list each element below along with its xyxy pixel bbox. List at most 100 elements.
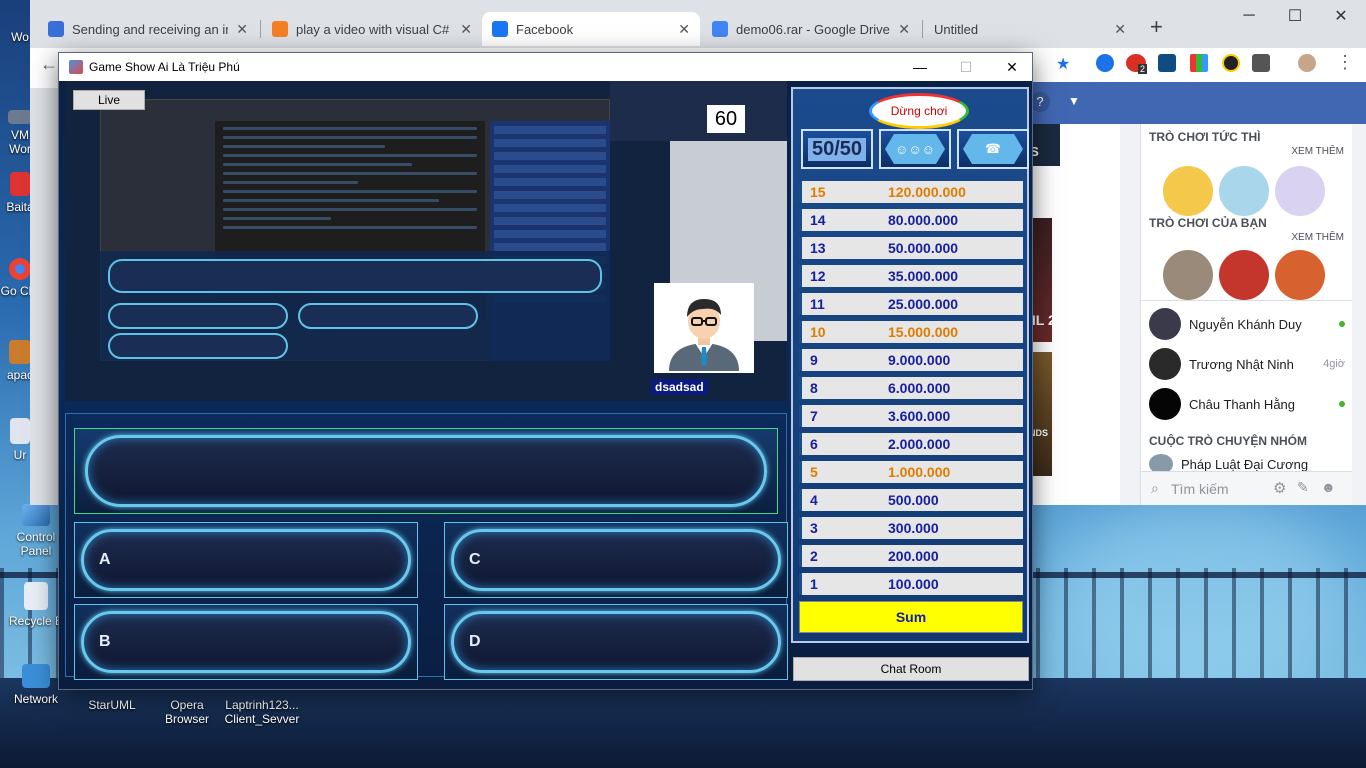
tab-favicon-icon — [48, 21, 64, 37]
help-icon[interactable]: ? — [1030, 92, 1050, 112]
answer-c-button[interactable]: C — [444, 522, 788, 598]
extension-se-icon[interactable] — [1252, 54, 1270, 72]
game-thumbnail[interactable] — [1275, 250, 1325, 300]
group-icon[interactable]: ☻ — [1321, 479, 1336, 495]
tab-separator — [260, 20, 261, 38]
see-more-link[interactable]: XEM THÊM — [1291, 146, 1344, 157]
game-thumbnail[interactable] — [1219, 250, 1269, 300]
prize-level: 13 — [810, 240, 826, 256]
game-thumbnail[interactable] — [1219, 166, 1269, 216]
extension-grid-icon[interactable] — [1190, 54, 1208, 72]
answer-c-label: C — [469, 551, 481, 568]
stop-game-button[interactable]: Dừng chơi — [869, 93, 969, 129]
game-maximize-button[interactable]: ☐ — [943, 53, 989, 81]
answer-b-button[interactable]: B — [74, 604, 418, 680]
prize-row: 3 300.000 — [799, 517, 1023, 539]
tab-strip: Sending and receiving an ima ✕ play a vi… — [30, 0, 1366, 48]
gear-icon[interactable]: ⚙ — [1273, 479, 1286, 497]
browser-close-button[interactable]: ✕ — [1318, 0, 1364, 32]
prize-amount: 25.000.000 — [888, 296, 959, 312]
close-icon[interactable]: ✕ — [1114, 21, 1126, 38]
extension-drop-icon[interactable] — [1096, 54, 1114, 72]
browser-maximize-button[interactable]: ☐ — [1272, 0, 1318, 32]
network-icon — [22, 664, 50, 688]
prize-amount: 100.000 — [888, 576, 939, 592]
google-drive-icon — [712, 21, 728, 37]
browser-minimize-button[interactable]: ─ — [1226, 0, 1272, 32]
game-thumbnail[interactable] — [1163, 166, 1213, 216]
profile-avatar[interactable] — [1298, 54, 1316, 72]
game-close-button[interactable]: ✕ — [989, 53, 1035, 81]
prize-amount: 80.000.000 — [888, 212, 959, 228]
prize-amount: 50.000.000 — [888, 240, 959, 256]
tab-facebook[interactable]: Facebook ✕ — [482, 12, 700, 46]
game-minimize-button[interactable]: — — [897, 53, 943, 81]
online-status-icon — [1339, 398, 1345, 410]
question-frame — [85, 435, 767, 507]
extension-circle-icon[interactable] — [1222, 54, 1240, 72]
back-icon[interactable]: ← — [40, 54, 58, 75]
close-icon[interactable]: ✕ — [236, 21, 248, 38]
question-box — [74, 428, 778, 514]
lifeline-audience-button[interactable]: ☺☺☺ — [879, 129, 951, 169]
menu-icon[interactable]: ⋮ — [1336, 52, 1354, 73]
close-icon[interactable]: ✕ — [678, 21, 690, 38]
prize-row: 6 2.000.000 — [799, 433, 1023, 455]
sum-button[interactable]: Sum — [799, 601, 1023, 633]
prize-amount: 35.000.000 — [888, 268, 959, 284]
prize-level: 8 — [810, 380, 818, 396]
compose-icon[interactable]: ✎ — [1297, 479, 1309, 496]
tab-google-drive[interactable]: demo06.rar - Google Drive ✕ — [702, 12, 920, 46]
desktop-icon-client[interactable]: Laptrinh123... Client_Sevver — [222, 698, 302, 726]
facebook-chat-sidebar: TRÒ CHƠI TỨC THÌ XEM THÊM TRÒ CHƠI CỦA B… — [1140, 124, 1352, 505]
stackoverflow-icon — [272, 21, 288, 37]
tab-untitled[interactable]: Untitled ✕ — [924, 12, 1136, 46]
game-thumbnail[interactable] — [1275, 166, 1325, 216]
tab-play-video[interactable]: play a video with visual C# - S ✕ — [262, 12, 482, 46]
contact-item[interactable]: Châu Thanh Hằng — [1149, 388, 1345, 420]
friends-games-heading: TRÒ CHƠI CỦA BẠN — [1149, 216, 1267, 230]
tab-sending-image[interactable]: Sending and receiving an ima ✕ — [38, 12, 258, 46]
countdown-timer: 60 — [707, 105, 745, 133]
contact-item[interactable]: Nguyễn Khánh Duy — [1149, 308, 1345, 340]
extension-j-icon[interactable] — [1158, 54, 1176, 72]
prize-level: 1 — [810, 576, 818, 592]
group-chats-heading: CUỘC TRÒ CHUYỆN NHÓM — [1149, 434, 1307, 448]
instant-games-heading: TRÒ CHƠI TỨC THÌ — [1149, 130, 1261, 144]
chat-search-bar[interactable]: ⌕ Tìm kiếm ⚙ ✎ ☻ — [1141, 471, 1352, 505]
desktop-icon-staruml[interactable]: StarUML — [76, 698, 148, 712]
prize-ladder: 15 120.000.000 14 80.000.000 13 50.000.000 12 3… — [799, 181, 1023, 601]
lifeline-5050-button[interactable]: 50/50 — [801, 129, 873, 169]
chat-room-button[interactable]: Chat Room — [793, 657, 1029, 681]
new-tab-button[interactable]: + — [1150, 14, 1163, 40]
recycle-bin-icon — [24, 582, 48, 610]
game-thumbnail[interactable] — [1163, 250, 1213, 300]
prize-amount: 120.000.000 — [888, 184, 966, 200]
game-title-bar: Game Show Ai Là Triệu Phú — [59, 53, 1032, 81]
close-icon[interactable]: ✕ — [898, 21, 910, 38]
search-input[interactable]: Tìm kiếm — [1171, 481, 1229, 497]
avatar — [1149, 308, 1181, 340]
contact-item[interactable]: Trương Nhật Ninh 4giờ — [1149, 348, 1345, 380]
prize-amount: 3.600.000 — [888, 408, 951, 424]
live-button[interactable]: Live — [73, 90, 145, 110]
prize-amount: 1.000.000 — [888, 464, 951, 480]
prize-panel: Dừng chơi 50/50 ☺☺☺ ☎ 15 120.000.000 14 80.… — [791, 87, 1029, 643]
lifeline-phone-button[interactable]: ☎ — [957, 129, 1029, 169]
desktop-icon-opera[interactable]: Opera Browser — [152, 698, 222, 726]
prize-level: 3 — [810, 520, 818, 536]
bookmark-star-icon[interactable]: ★ — [1056, 54, 1074, 73]
prize-row: 10 15.000.000 — [799, 321, 1023, 343]
phone-icon: ☎ — [963, 134, 1023, 164]
prize-level: 14 — [810, 212, 826, 228]
prize-level: 9 — [810, 352, 818, 368]
answer-d-button[interactable]: D — [444, 604, 788, 680]
see-more-link[interactable]: XEM THÊM — [1291, 232, 1344, 243]
businessman-icon — [669, 299, 739, 371]
extension-badge: 2 — [1138, 64, 1148, 74]
prize-level: 12 — [810, 268, 826, 284]
close-icon[interactable]: ✕ — [460, 21, 472, 38]
facebook-topbar: ? ▼ — [1000, 82, 1366, 124]
answer-a-button[interactable]: A — [74, 522, 418, 598]
dropdown-arrow-icon[interactable]: ▼ — [1068, 94, 1080, 108]
